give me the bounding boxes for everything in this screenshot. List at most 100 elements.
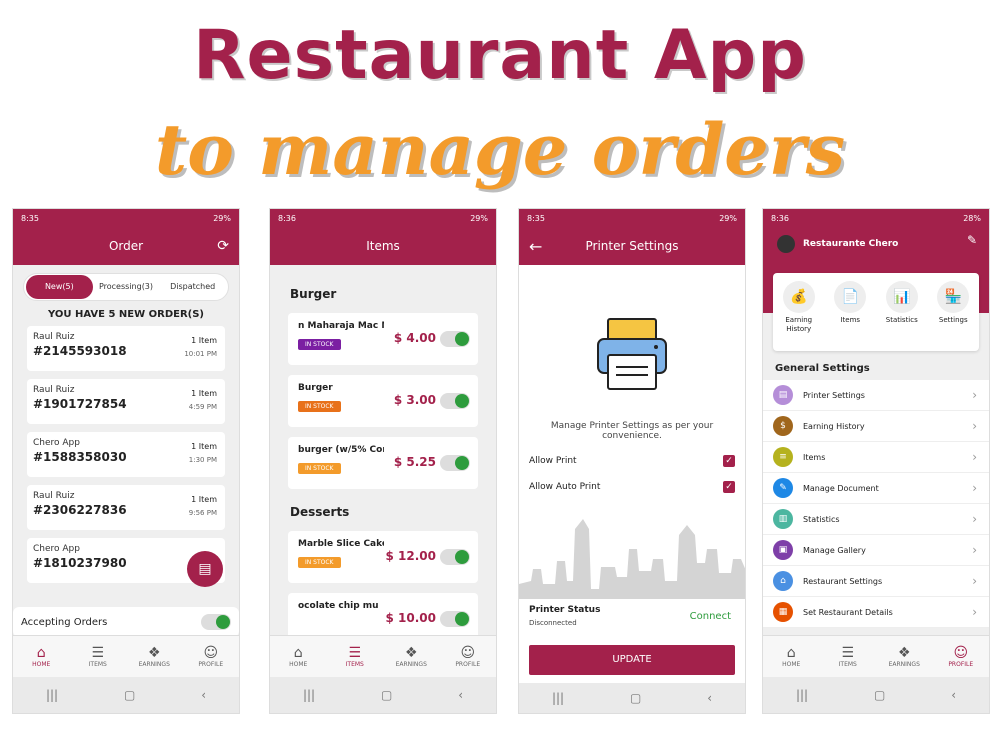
item-card[interactable]: n Maharaja Mac M IN STOCK $ 4.00 [288, 313, 478, 365]
bottom-nav: ⌂ HOME ☰ ITEMS ❖ EARNINGS ☺ PROFILE [13, 635, 239, 677]
recents-icon[interactable]: ||| [46, 688, 58, 702]
gift-icon: ❖ [404, 645, 418, 661]
nav-profile[interactable]: ☺ PROFILE [186, 645, 236, 668]
home-button-icon[interactable]: ▢ [381, 688, 392, 702]
quick-statistics[interactable]: 📊 Statistics [879, 281, 925, 351]
nav-items[interactable]: ☰ ITEMS [823, 645, 873, 668]
orders-header: Order ⟳ [13, 227, 239, 265]
bottom-nav: ⌂ HOME ☰ ITEMS ❖ EARNINGS ☺ PROFILE [763, 635, 989, 677]
page-title: Printer Settings [585, 239, 679, 253]
stock-toggle[interactable] [440, 455, 470, 471]
headline-title: Restaurant App [193, 16, 807, 95]
printer-message: Manage Printer Settings as per your conv… [550, 421, 714, 441]
printer-icon: ▤ [198, 561, 212, 577]
item-card[interactable]: burger (w/5% Cor IN STOCK $ 5.25 [288, 437, 478, 489]
tab-processing[interactable]: Processing(3) [93, 275, 160, 299]
person-icon: ☺ [203, 645, 219, 661]
printer-icon: ▤ [773, 385, 793, 405]
list-icon: ☰ [91, 645, 105, 661]
edit-icon[interactable]: ✎ [967, 233, 977, 247]
settings-row-items[interactable]: ≡ Items › [763, 442, 989, 473]
settings-row-printer[interactable]: ▤ Printer Settings › [763, 380, 989, 411]
nav-earnings[interactable]: ❖ EARNINGS [386, 645, 436, 668]
city-skyline-illustration [519, 519, 745, 609]
allow-print-checkbox[interactable]: ✓ [723, 455, 735, 467]
stock-toggle[interactable] [440, 549, 470, 565]
nav-earnings[interactable]: ❖ EARNINGS [129, 645, 179, 668]
accepting-orders-row: Accepting Orders [13, 607, 239, 637]
recents-icon[interactable]: ||| [796, 688, 808, 702]
allow-print-label: Allow Print [529, 456, 577, 466]
system-nav: ||| ▢ ‹ [763, 677, 989, 713]
status-bar: 8:36 29% [270, 209, 496, 227]
home-icon: ⌂ [293, 645, 303, 661]
printer-illustration [519, 295, 745, 415]
gallery-icon: ▣ [773, 540, 793, 560]
settings-row-restaurant[interactable]: ⌂ Restaurant Settings › [763, 566, 989, 597]
back-icon[interactable]: ‹ [201, 688, 206, 702]
chevron-right-icon: › [972, 512, 977, 526]
back-icon[interactable]: ‹ [951, 688, 956, 702]
order-card[interactable]: Raul Ruiz #2306227836 1 Item 9:56 PM [27, 485, 225, 530]
recents-icon[interactable]: ||| [303, 688, 315, 702]
nav-home[interactable]: ⌂ HOME [273, 645, 323, 668]
page-title: Order [108, 239, 144, 253]
printer-screen: 8:35 29% ← Printer Settings Manage Printe… [518, 208, 746, 714]
accepting-toggle[interactable] [201, 614, 231, 630]
avatar [777, 235, 795, 253]
print-fab-button[interactable]: ▤ [187, 551, 223, 587]
system-nav: ||| ▢ ‹ [519, 683, 745, 713]
printer-icon [597, 318, 667, 390]
quick-settings[interactable]: 🏪 Settings [930, 281, 976, 351]
printer-status-row: Printer Status Disconnected Connect [519, 599, 745, 641]
bottom-nav: ⌂ HOME ☰ ITEMS ❖ EARNINGS ☺ PROFILE [270, 635, 496, 677]
order-tabs: New(5) Processing(3) Dispatched [23, 273, 229, 301]
list-icon: ☰ [348, 645, 362, 661]
shop-icon: ▦ [773, 602, 793, 622]
nav-earnings[interactable]: ❖ EARNINGS [879, 645, 929, 668]
tab-new[interactable]: New(5) [26, 275, 93, 299]
nav-profile[interactable]: ☺ PROFILE [936, 645, 986, 668]
order-card[interactable]: Raul Ruiz #2145593018 1 Item 10:01 PM [27, 326, 225, 371]
chevron-right-icon: › [972, 481, 977, 495]
nav-home[interactable]: ⌂ HOME [766, 645, 816, 668]
settings-row-statistics[interactable]: ▥ Statistics › [763, 504, 989, 535]
home-button-icon[interactable]: ▢ [124, 688, 135, 702]
settings-row-details[interactable]: ▦ Set Restaurant Details › [763, 597, 989, 628]
connect-link[interactable]: Connect [690, 611, 731, 622]
back-icon[interactable]: ‹ [707, 691, 712, 705]
accepting-label: Accepting Orders [21, 616, 108, 628]
tab-dispatched[interactable]: Dispatched [159, 275, 226, 299]
item-card[interactable]: Burger IN STOCK $ 3.00 [288, 375, 478, 427]
home-button-icon[interactable]: ▢ [874, 688, 885, 702]
chevron-right-icon: › [972, 388, 977, 402]
item-card[interactable]: Marble Slice Cake IN STOCK $ 12.00 [288, 531, 478, 583]
system-nav: ||| ▢ ‹ [13, 677, 239, 713]
back-arrow-icon[interactable]: ← [529, 237, 542, 256]
nav-home[interactable]: ⌂ HOME [16, 645, 66, 668]
nav-profile[interactable]: ☺ PROFILE [443, 645, 493, 668]
recents-icon[interactable]: ||| [552, 691, 564, 705]
settings-row-gallery[interactable]: ▣ Manage Gallery › [763, 535, 989, 566]
back-icon[interactable]: ‹ [458, 688, 463, 702]
update-button[interactable]: UPDATE [529, 645, 735, 675]
order-card[interactable]: Raul Ruiz #1901727854 1 Item 4:59 PM [27, 379, 225, 424]
list-icon: ☰ [841, 645, 855, 661]
document-icon: ≡ [773, 447, 793, 467]
settings-row-earning[interactable]: $ Earning History › [763, 411, 989, 442]
stock-toggle[interactable] [440, 331, 470, 347]
nav-items[interactable]: ☰ ITEMS [330, 645, 380, 668]
home-button-icon[interactable]: ▢ [630, 691, 641, 705]
settings-row-document[interactable]: ✎ Manage Document › [763, 473, 989, 504]
person-icon: ☺ [953, 645, 969, 661]
quick-items[interactable]: 📄 Items [827, 281, 873, 351]
nav-items[interactable]: ☰ ITEMS [73, 645, 123, 668]
quick-earning-history[interactable]: 💰 Earning History [776, 281, 822, 351]
gift-icon: ❖ [147, 645, 161, 661]
stock-toggle[interactable] [440, 393, 470, 409]
stock-toggle[interactable] [440, 611, 470, 627]
status-bar: 8:35 29% [13, 209, 239, 227]
refresh-icon[interactable]: ⟳ [217, 238, 229, 254]
order-card[interactable]: Chero App #1588358030 1 Item 1:30 PM [27, 432, 225, 477]
chevron-right-icon: › [972, 605, 977, 619]
